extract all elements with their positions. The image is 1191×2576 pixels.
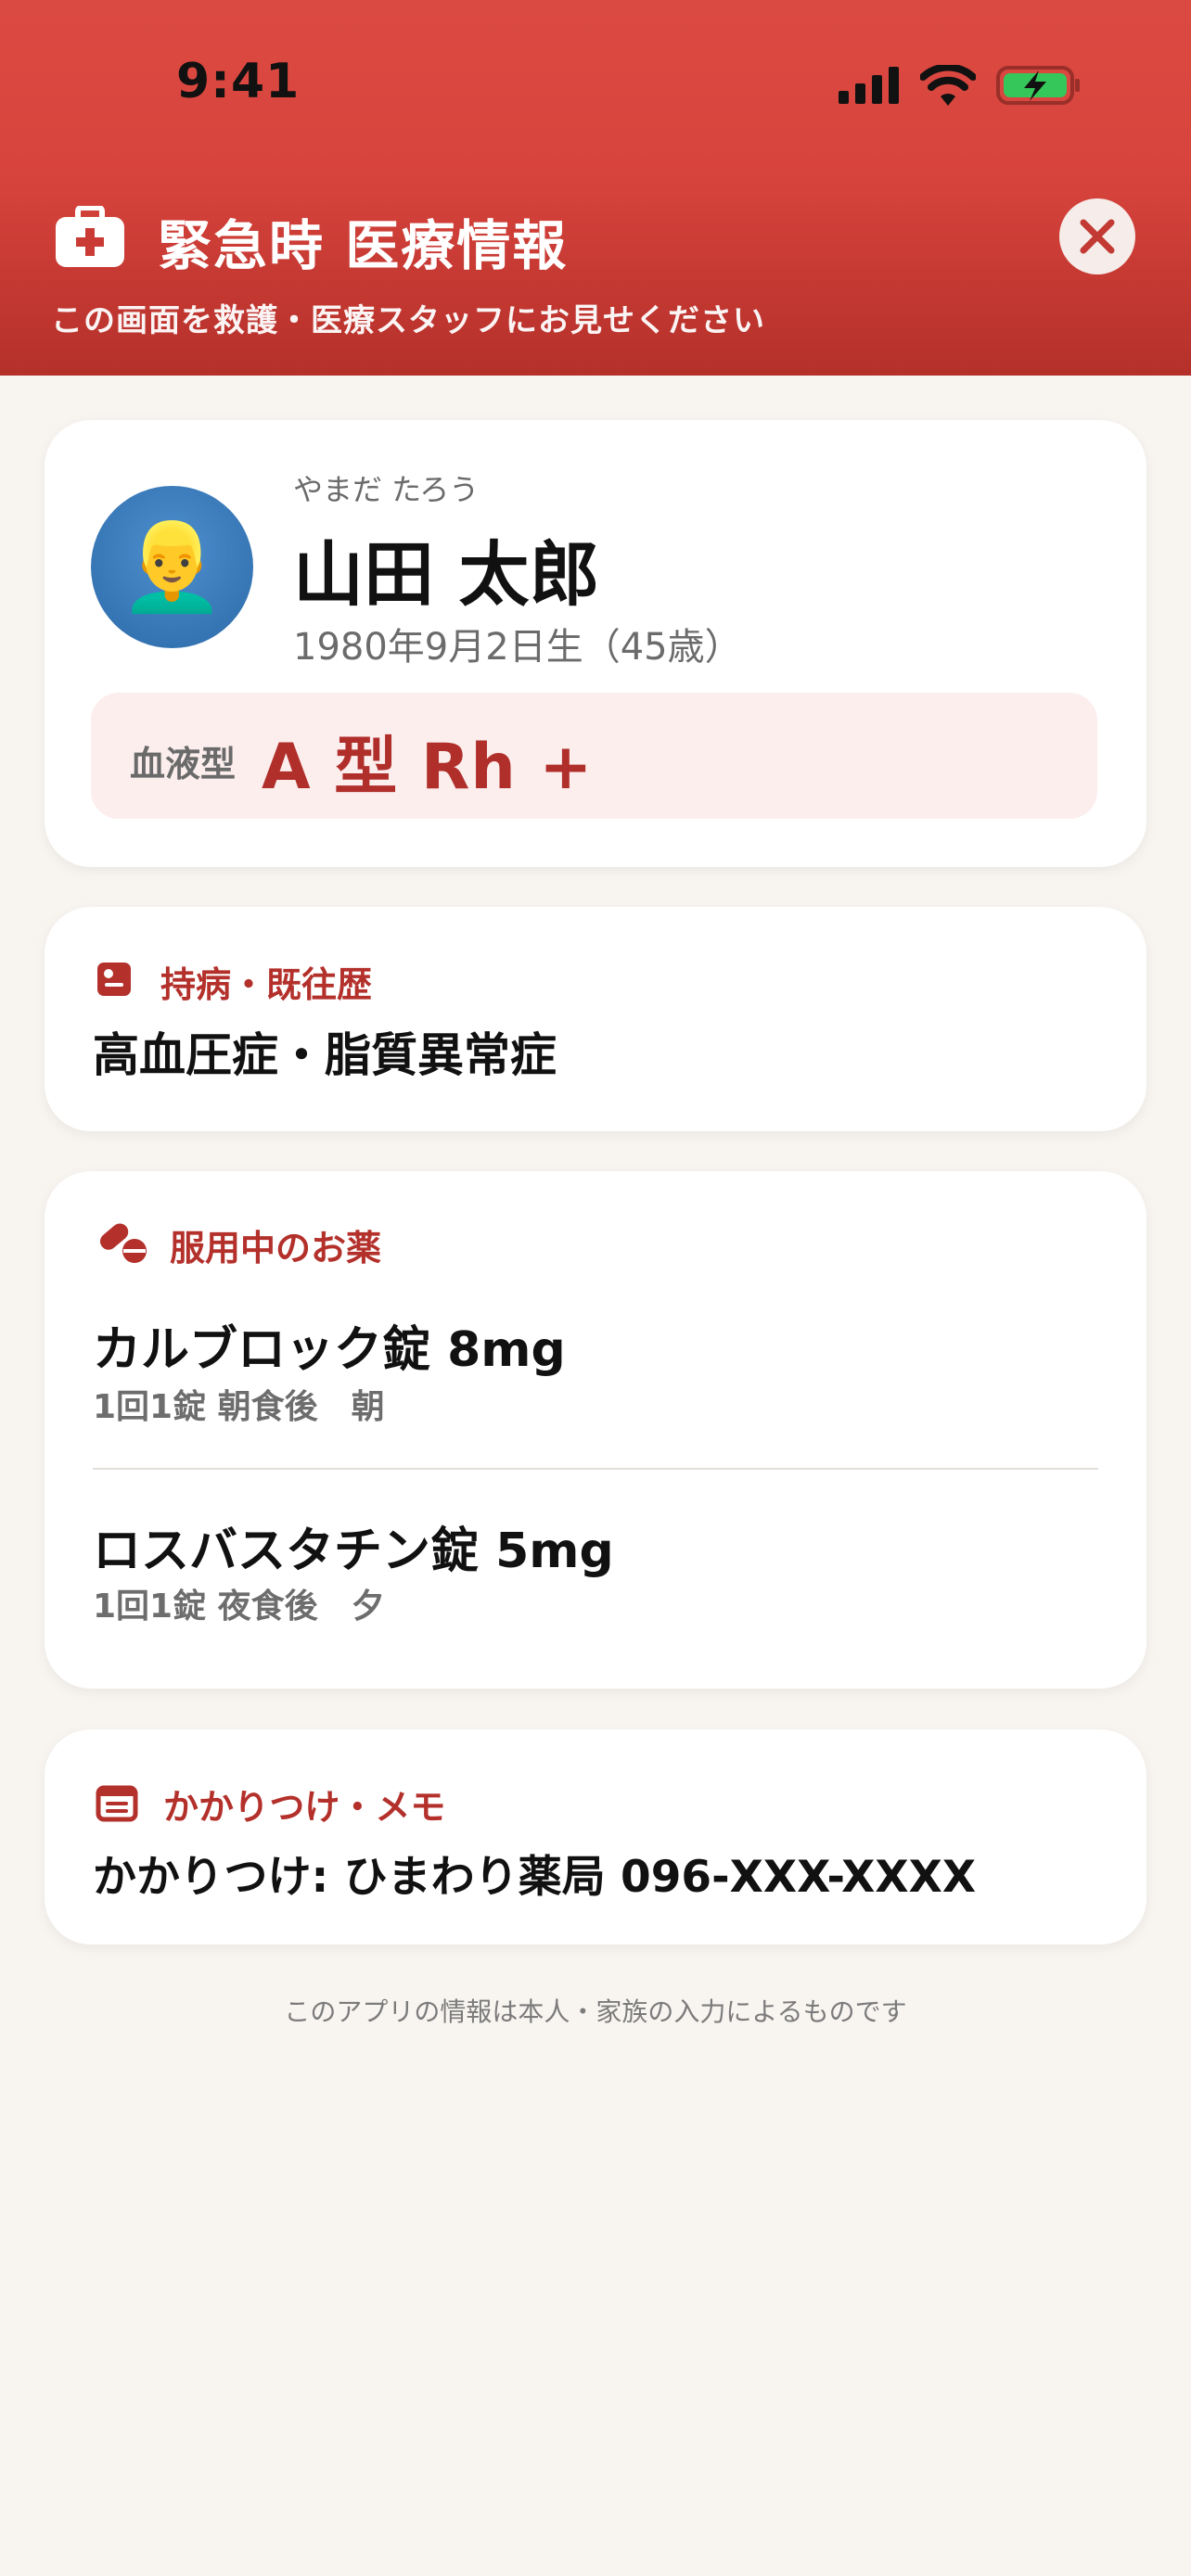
medication-name: ロスバスタチン錠 5mg xyxy=(93,1524,614,1579)
memo-card: かかりつけ・メモ かかりつけ: ひまわり薬局 096-XXX-XXXX xyxy=(45,1729,1146,1945)
patient-name: 山田 太郎 xyxy=(293,533,600,616)
footer-note: このアプリの情報は本人・家族の入力によるものです xyxy=(284,1996,907,2027)
conditions-card: 持病・既往歴 高血圧症・脂質異常症 xyxy=(45,907,1146,1131)
avatar: 👱‍♂️ xyxy=(91,486,253,648)
medication-dose: 1回1錠 夜食後 夕 xyxy=(93,1588,385,1626)
medications-title: 服用中のお薬 xyxy=(170,1228,382,1269)
blood-type-box: 血液型 A 型 Rh + xyxy=(91,693,1097,819)
close-button[interactable] xyxy=(1059,198,1135,274)
divider xyxy=(93,1468,1098,1470)
medical-record-icon xyxy=(97,963,131,996)
medication-name: カルブロック錠 8mg xyxy=(93,1322,566,1378)
name-kana: やまだ たろう xyxy=(293,472,480,507)
status-icons xyxy=(839,63,1082,108)
memo-text: かかりつけ: ひまわり薬局 096-XXX-XXXX xyxy=(93,1852,977,1903)
memo-title: かかりつけ・メモ xyxy=(163,1787,446,1828)
conditions-text: 高血圧症・脂質異常症 xyxy=(93,1028,557,1082)
medical-kit-icon xyxy=(56,206,124,267)
pills-icon xyxy=(99,1223,147,1263)
memo-icon xyxy=(96,1785,138,1822)
blood-type-label: 血液型 xyxy=(130,744,237,784)
medications-card: 服用中のお薬 カルブロック錠 8mg 1回1錠 朝食後 朝 ロスバスタチン錠 5… xyxy=(45,1171,1146,1689)
medication-dose: 1回1錠 朝食後 朝 xyxy=(93,1388,385,1426)
header-subtitle: この画面を救護・医療スタッフにお見せください xyxy=(51,302,765,339)
battery-charging-icon xyxy=(996,66,1080,105)
wifi-icon xyxy=(920,65,976,106)
close-icon xyxy=(1080,219,1115,254)
header: 9:41 緊急時 医療情報 この画面を救護・医療スタッフにお見せください xyxy=(0,0,1191,376)
profile-card: 👱‍♂️ やまだ たろう 山田 太郎 1980年9月2日生（45歳） 血液型 A… xyxy=(45,420,1146,867)
signal-icon xyxy=(839,67,899,104)
status-time: 9:41 xyxy=(176,54,301,109)
blood-type-value: A 型 Rh + xyxy=(262,731,594,804)
avatar-emoji: 👱‍♂️ xyxy=(119,516,225,617)
header-title: 緊急時 医療情報 xyxy=(158,214,569,277)
birth-date: 1980年9月2日生（45歳） xyxy=(293,626,742,669)
conditions-title: 持病・既往歴 xyxy=(160,964,373,1005)
